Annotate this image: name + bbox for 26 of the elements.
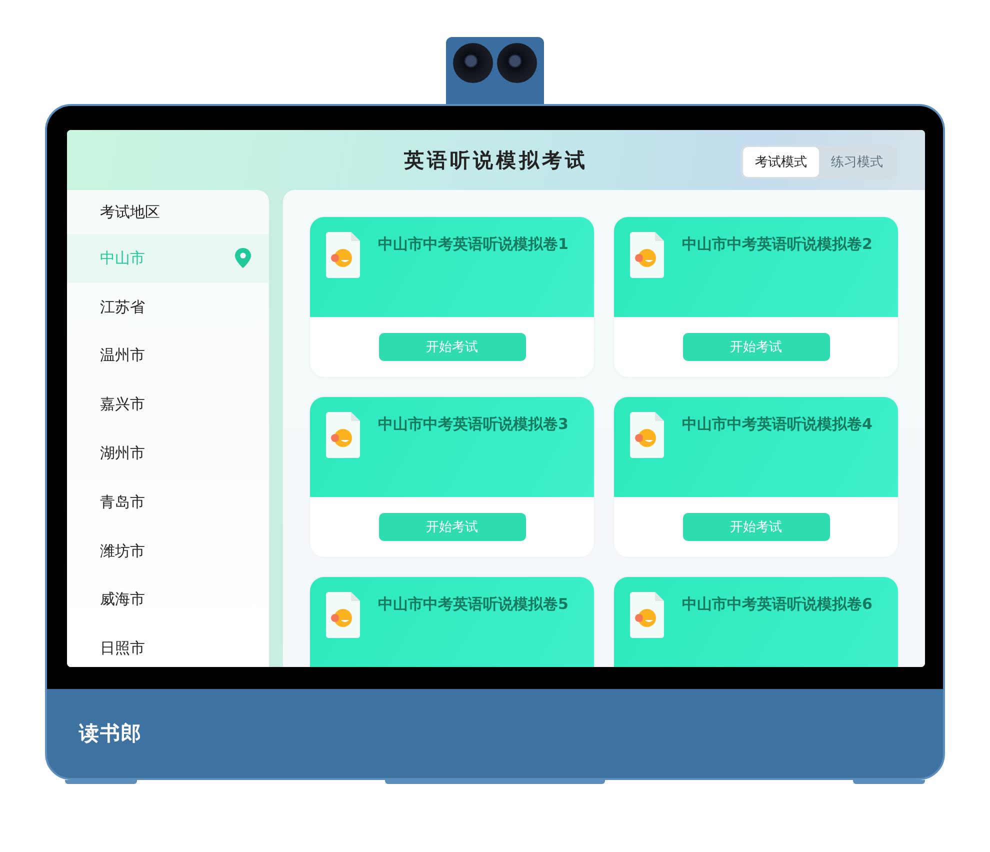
paper-title: 中山市中考英语听说模拟卷1 xyxy=(378,235,568,254)
region-item[interactable]: 青岛市 xyxy=(67,478,269,527)
region-item[interactable]: 潍坊市 xyxy=(67,526,269,576)
mode-tab[interactable]: 练习模式 xyxy=(819,147,895,177)
region-item[interactable]: 嘉兴市 xyxy=(67,380,269,430)
document-mascot-icon xyxy=(326,412,360,458)
region-item[interactable]: 江苏省 xyxy=(67,282,269,332)
region-item[interactable]: 威海市 xyxy=(67,576,269,624)
page-title: 英语听说模拟考试 xyxy=(404,146,588,174)
paper-title: 中山市中考英语听说模拟卷3 xyxy=(378,415,568,434)
document-mascot-icon xyxy=(630,232,664,278)
paper-title: 中山市中考英语听说模拟卷5 xyxy=(378,595,568,614)
region-item[interactable]: 日照市 xyxy=(67,624,269,667)
location-pin-icon xyxy=(235,248,251,268)
document-mascot-icon xyxy=(326,592,360,638)
mode-tab[interactable]: 考试模式 xyxy=(743,147,819,177)
region-item[interactable]: 温州市 xyxy=(67,332,269,380)
brand-logo: 读书郎 xyxy=(79,720,142,747)
paper-title: 中山市中考英语听说模拟卷6 xyxy=(682,595,872,614)
document-mascot-icon xyxy=(630,592,664,638)
region-item[interactable]: 湖州市 xyxy=(67,429,269,478)
sidebar-heading: 考试地区 xyxy=(99,202,161,223)
paper-title: 中山市中考英语听说模拟卷4 xyxy=(682,415,872,434)
document-mascot-icon xyxy=(326,232,360,278)
paper-title: 中山市中考英语听说模拟卷2 xyxy=(682,235,872,254)
document-mascot-icon xyxy=(630,412,664,458)
